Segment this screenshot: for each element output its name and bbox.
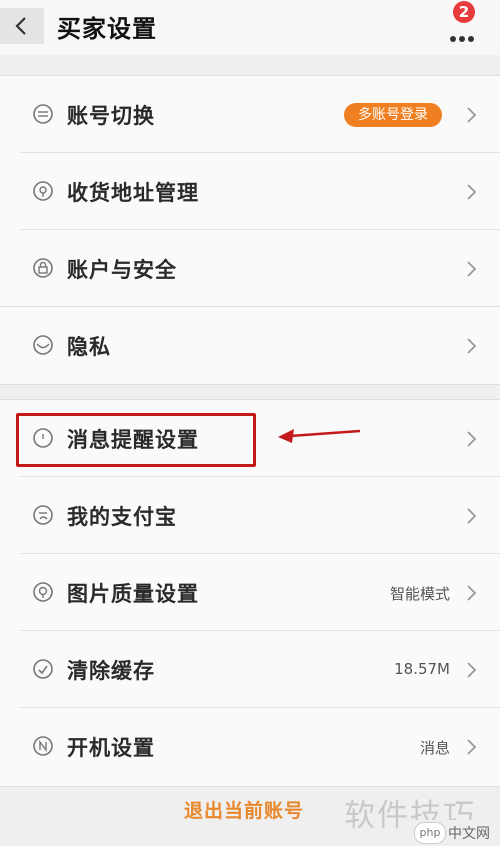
row-value: 消息: [419, 739, 450, 757]
row-label: 图片质量设置: [67, 582, 199, 606]
row-startup-settings[interactable]: 开机设置 消息: [0, 708, 500, 785]
back-button[interactable]: [0, 8, 44, 44]
logout-button[interactable]: 退出当前账号: [184, 796, 304, 823]
chevron-right-icon: [467, 662, 477, 678]
site-name: 中文网: [448, 826, 490, 842]
row-label: 收货地址管理: [67, 181, 199, 205]
row-account-security[interactable]: 账户与安全: [0, 230, 500, 307]
chevron-right-icon: [467, 431, 477, 447]
row-label: 清除缓存: [67, 659, 155, 683]
more-button[interactable]: 2: [446, 0, 482, 44]
image-quality-icon: [33, 582, 53, 602]
top-bar: 买家设置 2: [0, 0, 500, 55]
chevron-right-icon: [467, 261, 477, 277]
row-label: 账号切换: [67, 104, 155, 128]
account-group: 账号切换 多账号登录 收货地址管理 账户与安全: [0, 75, 500, 307]
chevron-right-icon: [467, 739, 477, 755]
multi-account-login-badge[interactable]: 多账号登录: [344, 103, 442, 127]
red-arrow-icon: [278, 429, 361, 443]
chevron-right-icon: [467, 338, 477, 354]
row-label: 我的支付宝: [67, 505, 177, 529]
chevron-right-icon: [467, 508, 477, 524]
row-label: 隐私: [67, 335, 111, 359]
notification-badge: 2: [453, 1, 475, 23]
highlight-box: [16, 413, 256, 467]
row-image-quality-settings[interactable]: 图片质量设置 智能模式: [0, 554, 500, 631]
location-icon: [33, 181, 53, 201]
page-title: 买家设置: [57, 15, 157, 43]
row-label: 账户与安全: [67, 258, 177, 282]
row-address-management[interactable]: 收货地址管理: [0, 153, 500, 230]
row-switch-account[interactable]: 账号切换 多账号登录: [0, 76, 500, 153]
broom-icon: [33, 659, 53, 679]
row-my-alipay[interactable]: 我的支付宝: [0, 477, 500, 554]
chevron-right-icon: [467, 107, 477, 123]
privacy-icon: [33, 335, 53, 355]
switch-account-icon: [33, 104, 53, 124]
row-label: 开机设置: [67, 736, 155, 760]
row-privacy[interactable]: 隐私: [0, 307, 500, 384]
privacy-group: 隐私: [0, 306, 500, 385]
row-clear-cache[interactable]: 清除缓存 18.57M: [0, 631, 500, 708]
lock-icon: [33, 258, 53, 278]
php-logo: php: [414, 822, 446, 844]
chevron-left-icon: [15, 17, 26, 35]
more-icon: [450, 27, 477, 46]
startup-icon: [33, 736, 53, 756]
settings-page: 买家设置 2 账号切换 多账号登录 收货地址管理 账户与安全 隐私 消息提醒设置…: [0, 0, 500, 846]
row-value: 18.57M: [394, 660, 450, 678]
chevron-right-icon: [467, 184, 477, 200]
site-watermark: php 中文网: [412, 820, 500, 846]
chevron-right-icon: [467, 585, 477, 601]
alipay-icon: [33, 505, 53, 525]
row-value: 智能模式: [389, 585, 450, 603]
